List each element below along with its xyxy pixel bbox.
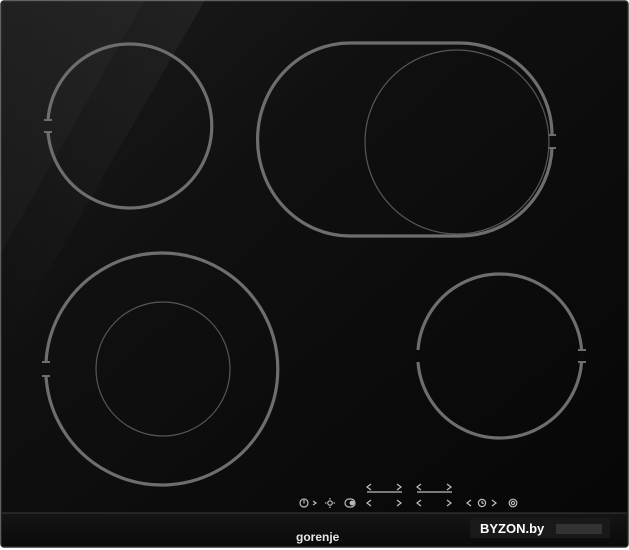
- watermark: BYZON.by: [470, 518, 610, 538]
- watermark-text: BYZON.by: [480, 521, 545, 536]
- brand-logo: gorenje: [296, 530, 340, 544]
- cooktop-svg: gorenje BYZON.by: [0, 0, 629, 548]
- cooktop-photo: gorenje BYZON.by: [0, 0, 629, 550]
